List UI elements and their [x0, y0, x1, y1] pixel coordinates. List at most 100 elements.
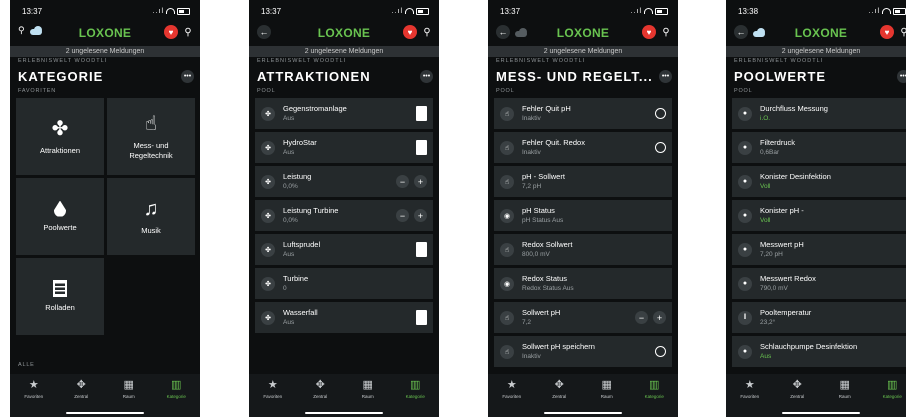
notifications-banner[interactable]: 2 ungelesene Meldungen [488, 46, 678, 57]
back-arrow-icon[interactable]: ← [734, 25, 748, 39]
list-item-fehler-quit-redox[interactable]: ☝ Fehler Quit. Redox Inaktiv [494, 132, 672, 163]
list-item-sollwert-ph-speichern[interactable]: ☝ Sollwert pH speichern Inaktiv [494, 336, 672, 367]
tile-poolwerte[interactable]: Poolwerte [16, 178, 104, 255]
weather-cloud-icon[interactable] [29, 26, 46, 35]
list-item-leistung[interactable]: ✤ Leistung 0,0% − + [255, 166, 433, 197]
list-item-messwert-redox[interactable]: ● Messwert Redox 790,0 mV [732, 268, 906, 299]
more-options-icon[interactable]: ••• [181, 69, 194, 83]
list-item-hydrostar[interactable]: ✤ HydroStar Aus [255, 132, 433, 163]
heart-icon[interactable]: ♥ [164, 25, 178, 39]
heart-icon[interactable]: ♥ [642, 25, 656, 39]
list-item-pooltemperatur[interactable]: ǁ Pooltemperatur 23,2° [732, 302, 906, 333]
section-label: POOL [496, 88, 515, 94]
wifi-icon [882, 8, 891, 14]
drop-icon: ● [738, 344, 752, 359]
room-icon: ▦ [362, 379, 373, 391]
notifications-banner[interactable]: 2 ungelesene Meldungen [10, 46, 200, 57]
list-item-konister-desinfektion[interactable]: ● Konister Desinfektion Voll [732, 166, 906, 197]
drop-icon: ● [738, 174, 752, 189]
control-list: ☝ Fehler Quit pH Inaktiv ☝ Fehler Quit. R… [488, 98, 678, 367]
plus-button[interactable]: + [653, 311, 666, 324]
weather-cloud-icon[interactable] [753, 27, 769, 37]
list-item-redox-status[interactable]: ◉ Redox Status Redox Status Aus [494, 268, 672, 299]
tab-kategorie[interactable]: ▥ Kategorie [631, 374, 679, 417]
list-item-sollwert-ph[interactable]: ☝ Sollwert pH 7,2 − + [494, 302, 672, 333]
plus-button[interactable]: + [414, 175, 427, 188]
back-arrow-icon[interactable]: ← [496, 25, 510, 39]
tab-favoriten[interactable]: ★ Favoriten [488, 374, 536, 417]
list-item-ph-status[interactable]: ◉ pH Status pH Status Aus [494, 200, 672, 231]
list-item-fehler-quit-ph[interactable]: ☝ Fehler Quit pH Inaktiv [494, 98, 672, 129]
minus-button[interactable]: − [396, 175, 409, 188]
list-item-gegenstromanlage[interactable]: ✤ Gegenstromanlage Aus [255, 98, 433, 129]
push-button[interactable] [655, 346, 666, 357]
list-item-filterdruck[interactable]: ● Filterdruck 0,6Bar [732, 132, 906, 163]
minus-button[interactable]: − [635, 311, 648, 324]
search-icon[interactable]: ⚲ [898, 26, 906, 38]
notifications-banner[interactable]: 2 ungelesene Meldungen [249, 46, 439, 57]
tab-kategorie[interactable]: ▥ Kategorie [869, 374, 906, 417]
tab-zentral[interactable]: ✥ Zentral [58, 374, 106, 417]
tab-bar: ★ Favoriten ✥ Zentral ▦ Raum ▥ Kategorie [249, 374, 439, 417]
plus-button[interactable]: + [414, 209, 427, 222]
search-icon[interactable]: ⚲ [421, 26, 433, 38]
tile-rolladen[interactable]: Rolladen [16, 258, 104, 335]
toggle-switch[interactable] [416, 310, 427, 325]
list-item-turbine[interactable]: ✤ Turbine 0 [255, 268, 433, 299]
tab-favoriten[interactable]: ★ Favoriten [726, 374, 774, 417]
weather-cloud-icon[interactable] [515, 27, 531, 37]
list-item-durchfluss-messung[interactable]: ● Durchfluss Messung i.O. [732, 98, 906, 129]
push-button[interactable] [655, 108, 666, 119]
tile-attraktionen[interactable]: ✤ Attraktionen [16, 98, 104, 175]
toggle-switch[interactable] [416, 242, 427, 257]
category-tiles: ✤ Attraktionen ☝ Mess- und Regeltechnik … [10, 98, 200, 335]
central-icon: ✥ [792, 379, 802, 391]
control-list: ✤ Gegenstromanlage Aus ✤ HydroStar Aus ✤ L… [249, 98, 439, 333]
minus-button[interactable]: − [396, 209, 409, 222]
location-pin-icon[interactable]: ⚲ [18, 25, 25, 36]
tab-zentral[interactable]: ✥ Zentral [297, 374, 345, 417]
search-icon[interactable]: ⚲ [660, 26, 672, 38]
status-time: 13:38 [738, 6, 759, 16]
tab-zentral[interactable]: ✥ Zentral [536, 374, 584, 417]
more-options-icon[interactable]: ••• [659, 69, 672, 83]
category-icon: ▥ [171, 379, 182, 391]
page-title: MESS- UND REGELT... [496, 68, 653, 84]
more-options-icon[interactable]: ••• [897, 69, 906, 83]
home-indicator [782, 412, 860, 414]
drop-icon: ● [738, 140, 752, 155]
hand-pointer-icon: ☝ [500, 140, 514, 155]
list-item-leistung-turbine[interactable]: ✤ Leistung Turbine 0,0% − + [255, 200, 433, 231]
tab-raum[interactable]: ▦ Raum [105, 374, 153, 417]
tab-kategorie[interactable]: ▥ Kategorie [153, 374, 201, 417]
toggle-switch[interactable] [416, 106, 427, 121]
app-header: ← LOXONE ♥ ⚲ [249, 22, 439, 44]
tile-mess-und-regeltechnik[interactable]: ☝ Mess- und Regeltechnik [107, 98, 195, 175]
wifi-icon [405, 8, 414, 14]
list-item-ph-sollwert[interactable]: ☝ pH - Sollwert 7,2 pH [494, 166, 672, 197]
heart-icon[interactable]: ♥ [403, 25, 417, 39]
notifications-banner[interactable]: 2 ungelesene Meldungen [726, 46, 906, 57]
toggle-switch[interactable] [416, 140, 427, 155]
tab-favoriten[interactable]: ★ Favoriten [10, 374, 58, 417]
tab-raum[interactable]: ▦ Raum [821, 374, 869, 417]
list-item-redox-sollwert[interactable]: ☝ Redox Sollwert 800,0 mV [494, 234, 672, 265]
search-icon[interactable]: ⚲ [182, 26, 194, 38]
heart-icon[interactable]: ♥ [880, 25, 894, 39]
tile-musik[interactable]: ♫ Musik [107, 178, 195, 255]
list-item-konister-ph[interactable]: ● Konister pH - Voll [732, 200, 906, 231]
star-icon: ★ [28, 379, 39, 391]
list-item-messwert-ph[interactable]: ● Messwert pH 7,20 pH [732, 234, 906, 265]
push-button[interactable] [655, 142, 666, 153]
list-item-luftsprudel[interactable]: ✤ Luftsprudel Aus [255, 234, 433, 265]
list-item-wasserfall[interactable]: ✤ Wasserfall Aus [255, 302, 433, 333]
tab-raum[interactable]: ▦ Raum [583, 374, 631, 417]
more-options-icon[interactable]: ••• [420, 69, 433, 83]
tab-favoriten[interactable]: ★ Favoriten [249, 374, 297, 417]
page-title: KATEGORIE [18, 68, 104, 84]
list-item-schlauchpumpe-desinfektion[interactable]: ● Schlauchpumpe Desinfektion Aus [732, 336, 906, 367]
tab-raum[interactable]: ▦ Raum [344, 374, 392, 417]
back-arrow-icon[interactable]: ← [257, 25, 271, 39]
tab-zentral[interactable]: ✥ Zentral [774, 374, 822, 417]
tab-kategorie[interactable]: ▥ Kategorie [392, 374, 440, 417]
